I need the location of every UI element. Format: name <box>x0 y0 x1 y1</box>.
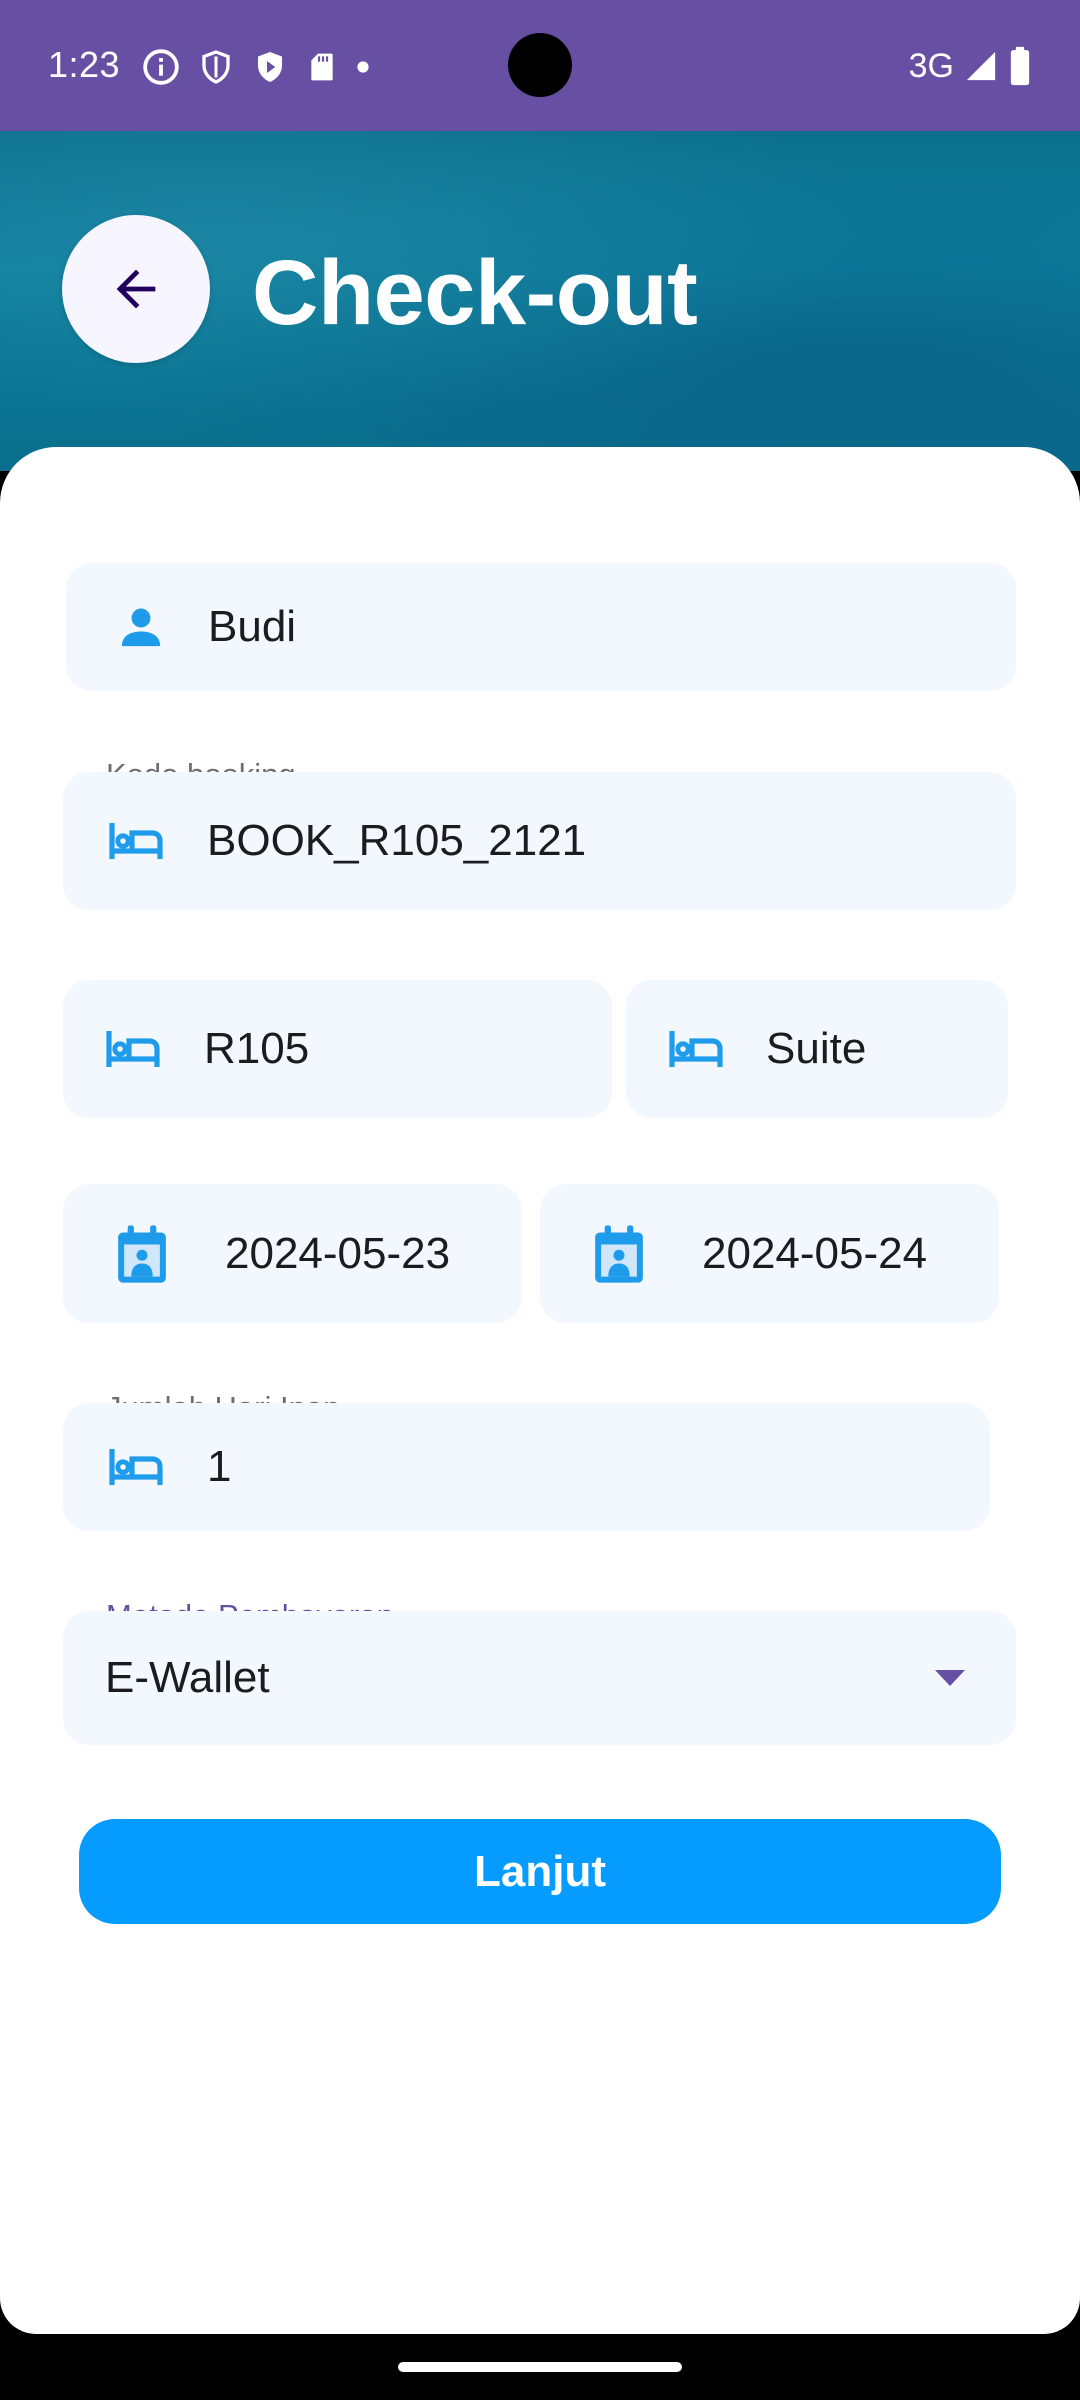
status-icons-right: 3G <box>909 44 1032 88</box>
screen: 1:23 3G Check-out Budi BOOK_R105_2121 R1… <box>0 0 1080 2400</box>
continue-button[interactable]: Lanjut <box>79 1819 1001 1924</box>
continue-button-label: Lanjut <box>474 1846 606 1896</box>
arrow-left-icon <box>116 269 156 309</box>
dropdown-arrow-icon <box>935 1670 965 1686</box>
payment-method-select[interactable]: E-Wallet <box>63 1611 1016 1745</box>
guest-name-value: Budi <box>208 602 297 651</box>
nights-field[interactable]: 1 <box>63 1403 990 1531</box>
guest-name-field[interactable]: Budi <box>66 563 1016 691</box>
check-in-date-field[interactable]: 2024-05-23 <box>63 1184 522 1323</box>
check-out-date-value: 2024-05-24 <box>702 1228 928 1278</box>
sd-card-icon <box>311 53 333 81</box>
network-type: 3G <box>908 46 954 85</box>
dot-icon <box>357 61 369 73</box>
check-out-date-field[interactable]: 2024-05-24 <box>540 1184 999 1323</box>
camera-cutout <box>508 33 572 97</box>
payment-method-value: E-Wallet <box>105 1653 270 1702</box>
bed-icon <box>109 823 163 859</box>
room-type-field[interactable]: Suite <box>626 980 1008 1118</box>
nights-value: 1 <box>207 1442 232 1491</box>
room-type-value: Suite <box>766 1024 867 1073</box>
status-time: 1:23 <box>48 44 121 85</box>
battery-icon <box>1010 46 1030 86</box>
calendar-icon <box>595 1224 643 1283</box>
signal-icon <box>966 51 996 81</box>
person-icon <box>121 608 161 647</box>
bed-icon <box>109 1449 163 1485</box>
status-icons-left <box>142 47 370 87</box>
calendar-icon <box>118 1224 166 1283</box>
status-bar: 1:23 3G <box>0 0 1080 131</box>
room-number-value: R105 <box>204 1024 310 1073</box>
bed-icon <box>669 1031 723 1067</box>
check-in-date-value: 2024-05-23 <box>225 1228 451 1278</box>
shield-icon <box>202 50 230 84</box>
room-number-field[interactable]: R105 <box>63 980 612 1118</box>
bed-icon <box>106 1031 160 1067</box>
play-shield-icon <box>258 52 282 82</box>
home-indicator[interactable] <box>398 2362 682 2372</box>
booking-code-value: BOOK_R105_2121 <box>207 816 587 865</box>
header: Check-out <box>0 131 1080 471</box>
booking-code-field[interactable]: BOOK_R105_2121 <box>63 772 1016 910</box>
back-button[interactable] <box>62 215 210 363</box>
info-icon <box>143 49 179 85</box>
page-title: Check-out <box>252 242 698 344</box>
